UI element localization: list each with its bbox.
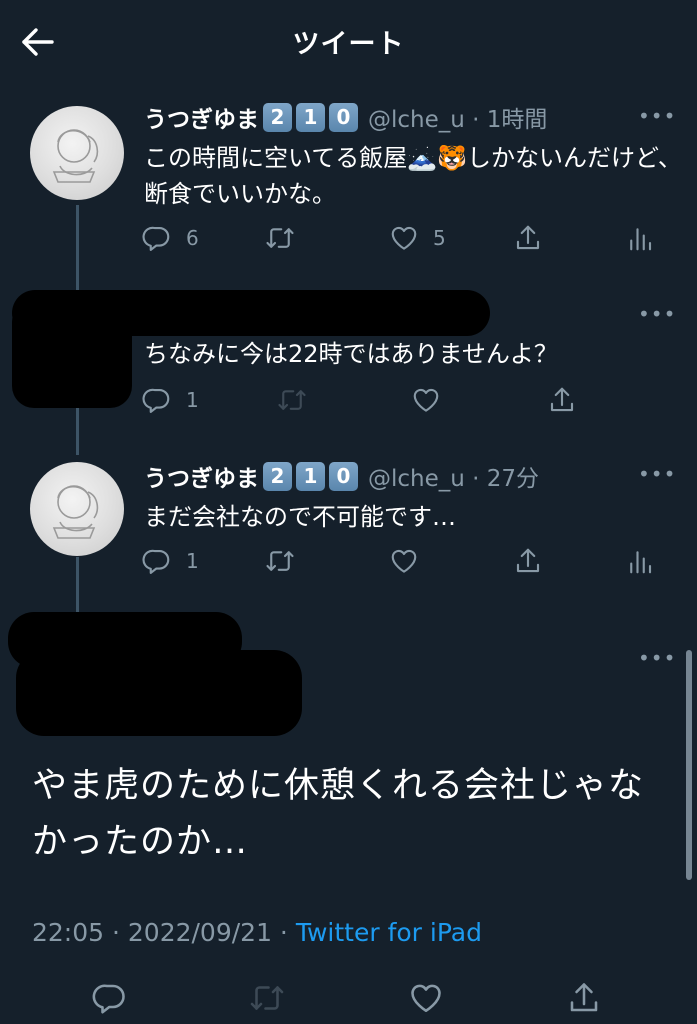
badge-digit: 0 — [329, 102, 358, 132]
share-icon — [566, 980, 602, 1016]
heart-icon — [408, 980, 444, 1016]
retweet-button[interactable] — [277, 385, 307, 415]
share-icon — [513, 546, 543, 576]
more-icon[interactable]: ••• — [638, 462, 676, 486]
analytics-button[interactable] — [625, 546, 655, 576]
avatar[interactable] — [30, 106, 124, 200]
reply-icon — [142, 385, 172, 415]
share-button[interactable] — [566, 980, 602, 1016]
heart-icon — [389, 223, 419, 253]
share-button[interactable] — [547, 385, 577, 415]
reply-button[interactable]: 1 — [142, 546, 199, 576]
analytics-button[interactable] — [625, 223, 655, 253]
tweet-text: ちなみに今は22時ではありませんよ？ — [144, 340, 558, 368]
retweet-icon — [277, 385, 307, 415]
like-button[interactable] — [408, 980, 444, 1016]
like-count: 5 — [433, 226, 446, 250]
retweet-button[interactable] — [265, 223, 295, 253]
top-bar: ツイート — [0, 0, 697, 82]
tweet-text: この時間に空いてる飯屋🗻🐯しかないんだけど、断食でいいかな。 — [144, 144, 682, 208]
handle-and-time[interactable]: @lche_u · 1時間 — [368, 100, 547, 134]
heart-icon — [411, 385, 441, 415]
reply-icon — [92, 980, 128, 1016]
retweet-icon — [265, 223, 295, 253]
analytics-icon — [625, 546, 655, 576]
tweet-timestamp: 22:05 · 2022/09/21 · Twitter for iPad — [32, 918, 482, 947]
tweet-source-link[interactable]: Twitter for iPad — [296, 918, 482, 947]
reply-icon — [142, 546, 172, 576]
more-icon[interactable]: ••• — [638, 104, 676, 128]
retweet-icon — [249, 980, 285, 1016]
reply-button[interactable] — [92, 980, 128, 1016]
main-tweet-text: やま虎のために休憩くれる会社じゃなかったのか… — [32, 766, 645, 862]
tweet-time: 22:05 · 2022/09/21 · — [32, 918, 296, 947]
like-button[interactable] — [411, 385, 441, 415]
share-button[interactable] — [513, 546, 543, 576]
reply-count: 1 — [186, 388, 199, 412]
redaction-mark — [16, 650, 302, 736]
page-title: ツイート — [292, 29, 405, 60]
display-name[interactable]: うつぎゆま — [144, 100, 259, 134]
share-icon — [513, 223, 543, 253]
badge-digit: 1 — [296, 461, 325, 491]
reply-button[interactable]: 1 — [142, 385, 199, 415]
like-button[interactable]: 5 — [389, 223, 446, 253]
badge-digit: 2 — [263, 102, 292, 132]
scrollbar[interactable] — [686, 650, 692, 880]
analytics-icon — [625, 223, 655, 253]
reply-button[interactable]: 6 — [142, 223, 199, 253]
share-icon — [547, 385, 577, 415]
reply-icon — [142, 223, 172, 253]
tweet-header: うつぎゆま 2 1 0 @lche_u · 27分 — [144, 459, 539, 493]
tweet-text: まだ会社なので不可能です… — [144, 503, 456, 531]
badge-digit: 0 — [329, 461, 358, 491]
badge-digit: 2 — [263, 461, 292, 491]
more-icon[interactable]: ••• — [638, 302, 676, 326]
badge-digit: 1 — [296, 102, 325, 132]
redaction-mark — [12, 300, 132, 408]
avatar[interactable] — [30, 462, 124, 556]
reply-count: 1 — [186, 549, 199, 573]
tweet-header: うつぎゆま 2 1 0 @lche_u · 1時間 — [144, 100, 547, 134]
more-icon[interactable]: ••• — [638, 646, 676, 670]
thread-line — [76, 557, 79, 613]
like-button[interactable] — [389, 546, 419, 576]
handle-and-time[interactable]: @lche_u · 27分 — [368, 459, 539, 493]
heart-icon — [389, 546, 419, 576]
retweet-icon — [265, 546, 295, 576]
share-button[interactable] — [513, 223, 543, 253]
retweet-button[interactable] — [265, 546, 295, 576]
retweet-button[interactable] — [249, 980, 285, 1016]
reply-count: 6 — [186, 226, 199, 250]
display-name[interactable]: うつぎゆま — [144, 459, 259, 493]
